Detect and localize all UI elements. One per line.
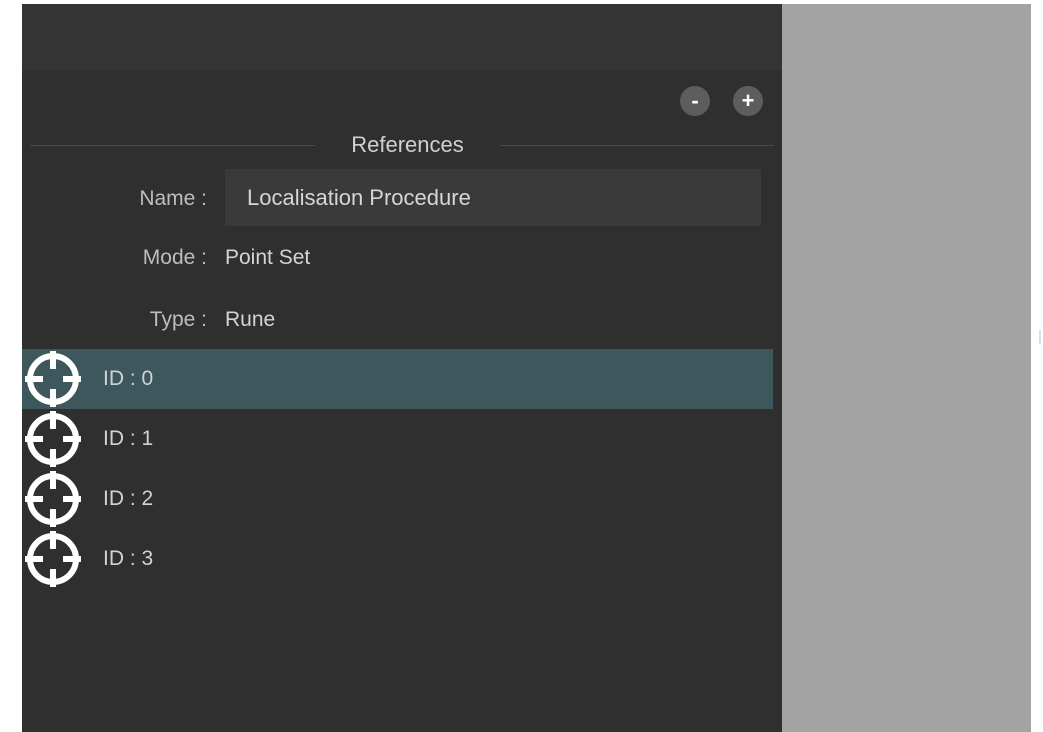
add-point-button[interactable]: + [733, 86, 763, 116]
point-label: ID : 3 [103, 547, 154, 570]
mode-value: Point Set [225, 246, 311, 269]
point-label: ID : 1 [103, 427, 154, 450]
point-row-0[interactable]: ID : 0 [22, 349, 773, 409]
type-label: Type : [149, 308, 207, 331]
point-label: ID : 2 [103, 487, 154, 510]
crosshair-icon [24, 530, 82, 588]
point-label: ID : 0 [103, 367, 154, 390]
mode-label: Mode : [142, 246, 207, 269]
section-divider-left [30, 145, 315, 146]
point-row-3[interactable]: ID : 3 [22, 529, 773, 589]
section-divider-right [500, 145, 774, 146]
app-window: - + References Name : Mode : Point Set T… [0, 0, 1043, 732]
section-title: References [351, 132, 464, 157]
name-label: Name : [139, 187, 207, 210]
references-panel: - + References Name : Mode : Point Set T… [22, 4, 782, 732]
name-field[interactable] [225, 169, 761, 226]
panel-header-bar [22, 4, 782, 70]
point-row-1[interactable]: ID : 1 [22, 409, 773, 469]
point-row-2[interactable]: ID : 2 [22, 469, 773, 529]
edge-marker [1039, 330, 1041, 344]
crosshair-icon [24, 470, 82, 528]
remove-point-button[interactable]: - [680, 86, 710, 116]
type-value: Rune [225, 308, 276, 331]
viewport-panel [782, 4, 1031, 732]
crosshair-icon [24, 410, 82, 468]
crosshair-icon [24, 350, 82, 408]
